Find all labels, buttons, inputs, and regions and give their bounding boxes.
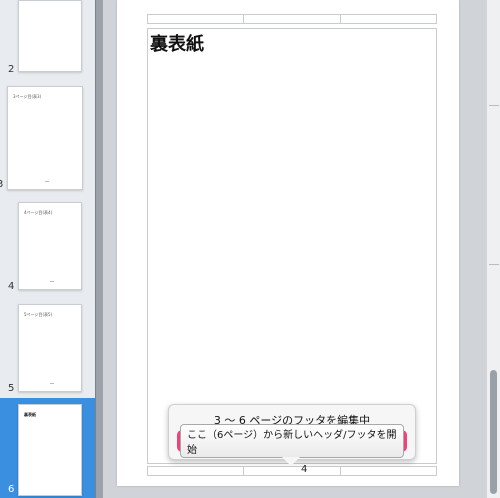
scrollbar-notch (489, 105, 499, 106)
header-cell[interactable] (148, 15, 245, 23)
page-title: 裏表紙 (150, 34, 204, 55)
header-cell[interactable] (244, 15, 341, 23)
footer-cell[interactable] (341, 467, 436, 475)
header-table[interactable] (147, 14, 437, 24)
start-new-header-footer-button[interactable]: ここ（6ページ）から新しいヘッダ/フッタを開始 (180, 424, 404, 458)
popover-arrow (282, 457, 300, 466)
sidebar-splitter[interactable] (95, 0, 103, 498)
thumbnail-footer-mark (50, 281, 54, 282)
thumbnail-footer-mark (50, 383, 54, 384)
scrollbar-thumb[interactable] (490, 370, 497, 494)
thumbnail-page-4[interactable]: 4ページ目(表4) (18, 202, 82, 290)
thumbnail-page-6[interactable]: 裏表紙 (18, 404, 82, 496)
scrollbar-notch (489, 264, 499, 265)
footer-cell[interactable] (148, 467, 245, 475)
thumbnail-text: 5ページ目(表5) (24, 312, 53, 317)
thumbnail-page-number: 2 (8, 64, 15, 75)
thumbnail-page-5[interactable]: 5ページ目(表5) (18, 304, 82, 392)
thumbnail-page-2[interactable] (18, 0, 82, 72)
thumbnail-page-number: 4 (8, 281, 15, 292)
thumbnail-text: 裏表紙 (24, 412, 36, 417)
thumbnail-page-number: 6 (8, 484, 15, 495)
start-new-header-footer-button-highlight: ここ（6ページ）から新しいヘッダ/フッタを開始 (177, 424, 407, 458)
vertical-scrollbar[interactable] (486, 0, 500, 498)
footer-cell[interactable] (244, 467, 341, 475)
thumbnail-page-number: 5 (8, 383, 15, 394)
thumbnail-text: 3ページ目(表3) (13, 94, 42, 99)
thumbnail-footer-mark (45, 181, 49, 182)
page-thumbnail-sidebar: 2 3ページ目(表3) 3 4ページ目(表4) 4 5ページ目(表5) 5 裏表… (0, 0, 95, 498)
footer-table[interactable] (147, 466, 437, 476)
header-cell[interactable] (341, 15, 436, 23)
footer-page-number: 4 (301, 464, 308, 475)
thumbnail-text: 4ページ目(表4) (24, 210, 53, 215)
body-text-area[interactable]: 裏表紙 (147, 28, 437, 464)
thumbnail-page-3[interactable]: 3ページ目(表3) (7, 86, 83, 190)
footer-edit-popover: 3 〜 6 ページのフッタを編集中 ここ（6ページ）から新しいヘッダ/フッタを開… (168, 404, 416, 460)
thumbnail-page-number: 3 (0, 179, 4, 190)
